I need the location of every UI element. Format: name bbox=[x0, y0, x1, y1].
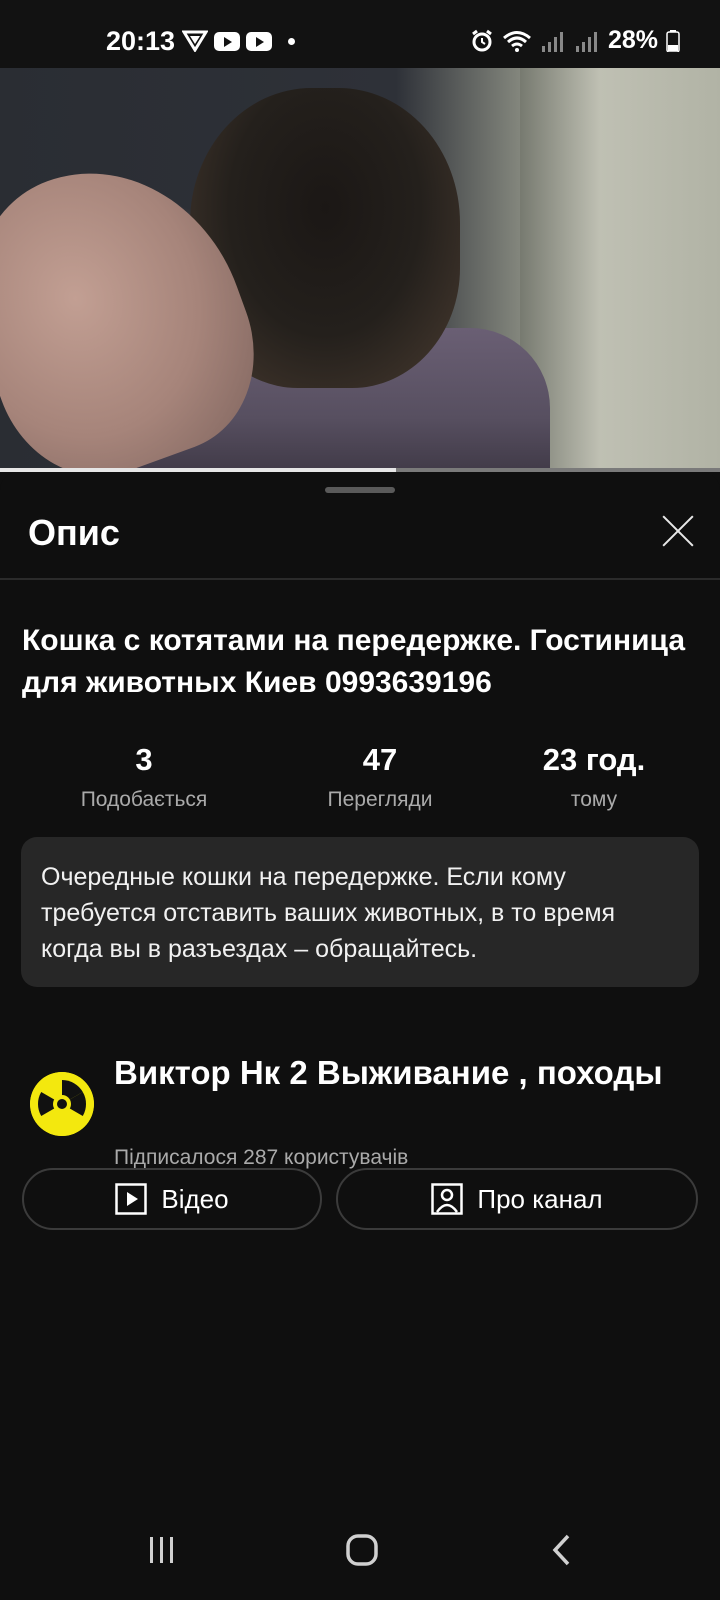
sheet-divider bbox=[0, 578, 720, 580]
about-channel-button[interactable]: Про канал bbox=[336, 1168, 698, 1230]
app-root: 20:13 28% Опис Кошка с котятами на перед… bbox=[0, 0, 720, 1600]
signal-2-icon bbox=[575, 31, 597, 52]
system-nav-bar bbox=[0, 1500, 720, 1600]
status-notification-icons bbox=[182, 30, 295, 52]
recent-apps-icon bbox=[150, 1537, 173, 1563]
stat-likes-value: 3 bbox=[135, 742, 153, 777]
description-sheet: Опис Кошка с котятами на передержке. Гос… bbox=[0, 472, 720, 1532]
back-button[interactable] bbox=[522, 1500, 602, 1600]
videos-button[interactable]: Відео bbox=[22, 1168, 322, 1230]
back-icon bbox=[552, 1534, 570, 1566]
stat-views-value: 47 bbox=[362, 742, 398, 777]
vpn-shield-icon bbox=[182, 30, 208, 52]
stat-published: 23 год. тому bbox=[494, 742, 694, 812]
home-button[interactable] bbox=[322, 1500, 402, 1600]
stat-likes: 3 Подобається bbox=[44, 742, 244, 812]
battery-icon bbox=[666, 29, 680, 52]
channel-name[interactable]: Виктор Нк 2 Выживание , походы bbox=[114, 1052, 674, 1094]
videos-button-label: Відео bbox=[161, 1183, 229, 1214]
description-text: Очередные кошки на передержке. Если кому… bbox=[21, 837, 699, 987]
video-player[interactable] bbox=[0, 68, 720, 470]
channel-avatar[interactable] bbox=[30, 1072, 94, 1136]
radiation-icon bbox=[30, 1072, 94, 1136]
close-icon[interactable] bbox=[658, 510, 698, 550]
status-time: 20:13 bbox=[106, 26, 176, 56]
battery-percent: 28% bbox=[607, 26, 658, 54]
stat-views: 47 Перегляди bbox=[280, 742, 480, 812]
stat-published-value: 23 год. bbox=[542, 742, 646, 777]
person-box-icon bbox=[431, 1183, 464, 1215]
more-notifications-dot-icon bbox=[288, 37, 295, 45]
status-bar: 20:13 28% bbox=[0, 0, 720, 68]
about-channel-button-label: Про канал bbox=[477, 1183, 603, 1214]
youtube-notification-icon bbox=[214, 31, 240, 51]
recent-apps-button[interactable] bbox=[122, 1500, 202, 1600]
play-box-icon bbox=[115, 1183, 148, 1215]
stat-likes-label: Подобається bbox=[80, 788, 208, 811]
sheet-drag-handle[interactable] bbox=[325, 487, 395, 493]
youtube-notification-icon-2 bbox=[246, 31, 272, 51]
status-system-icons: 28% bbox=[470, 26, 680, 55]
video-frame-wall bbox=[520, 68, 720, 470]
home-icon bbox=[346, 1534, 378, 1566]
sheet-title: Опис bbox=[28, 512, 120, 553]
alarm-icon bbox=[472, 29, 492, 51]
stat-views-label: Перегляди bbox=[327, 788, 433, 811]
stat-published-label: тому bbox=[570, 788, 618, 811]
video-title: Кошка с котятами на передержке. Гостиниц… bbox=[22, 624, 686, 699]
wifi-icon bbox=[502, 30, 531, 52]
signal-icon bbox=[541, 31, 563, 52]
channel-subscribers: Підписалося 287 користувачів bbox=[114, 1146, 409, 1169]
video-stats: 3 Подобається 47 Перегляди 23 год. тому bbox=[0, 742, 720, 822]
